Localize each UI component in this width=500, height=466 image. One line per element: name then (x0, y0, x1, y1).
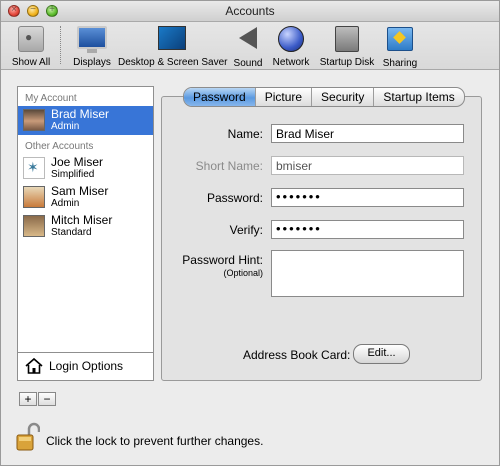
sound-button[interactable]: Sound (230, 24, 266, 69)
tab-bar: Password Picture Security Startup Items (183, 87, 465, 107)
account-row-mitch[interactable]: Mitch Miser Standard (18, 212, 153, 241)
login-options-button[interactable]: Login Options (18, 352, 153, 380)
avatar (23, 157, 45, 179)
displays-button[interactable]: Displays (69, 24, 115, 68)
account-role: Standard (51, 227, 92, 238)
title-bar[interactable]: × − + Accounts (1, 1, 499, 22)
apple-icon (18, 26, 44, 52)
desktop-screen-saver-button[interactable]: Desktop & Screen Saver (118, 24, 228, 68)
toolbar: Show All Displays Desktop & Screen Saver… (1, 22, 499, 70)
displays-label: Displays (73, 57, 111, 68)
tab-password[interactable]: Password (184, 88, 255, 106)
tab-picture[interactable]: Picture (254, 88, 311, 106)
house-icon (25, 357, 43, 374)
account-name: Joe Miser (51, 155, 104, 169)
account-name: Sam Miser (51, 184, 109, 198)
startup-disk-button[interactable]: Startup Disk (317, 24, 377, 68)
password-field[interactable] (271, 188, 464, 207)
account-role: Admin (51, 121, 80, 132)
other-accounts-header: Other Accounts (25, 141, 94, 152)
speaker-icon (239, 27, 257, 49)
password-hint-label: Password Hint: (182, 253, 263, 267)
address-book-card-label: Address Book Card: (243, 348, 351, 362)
verify-field[interactable] (271, 220, 464, 239)
sharing-label: Sharing (382, 58, 418, 69)
account-name: Brad Miser (51, 107, 110, 121)
account-name: Mitch Miser (51, 213, 113, 227)
sharing-button[interactable]: Sharing (379, 24, 421, 69)
password-hint-field[interactable] (271, 250, 464, 297)
short-name-label: Short Name: (195, 159, 263, 173)
lock-message: Click the lock to prevent further change… (46, 434, 264, 448)
sound-label: Sound (233, 58, 263, 69)
desktop-icon (158, 26, 186, 50)
accounts-window: × − + Accounts Show All Displays Desktop… (0, 0, 500, 466)
avatar (23, 109, 45, 131)
avatar (23, 186, 45, 208)
startup-disk-label: Startup Disk (319, 57, 375, 68)
add-account-button[interactable]: + (19, 392, 37, 406)
account-role: Simplified (51, 169, 95, 180)
short-name-field (271, 156, 464, 175)
account-row-joe[interactable]: Joe Miser Simplified (18, 154, 153, 183)
desktop-screen-saver-label: Desktop & Screen Saver (118, 57, 228, 68)
window-title: Accounts (225, 4, 275, 18)
lock-icon[interactable] (16, 422, 40, 452)
password-label: Password: (206, 191, 263, 205)
account-row-sam[interactable]: Sam Miser Admin (18, 183, 153, 212)
network-button[interactable]: Network (270, 24, 312, 68)
show-all-label: Show All (11, 57, 51, 68)
edit-button[interactable]: Edit... (353, 344, 410, 364)
remove-account-button[interactable]: − (38, 392, 56, 406)
tab-startup-items[interactable]: Startup Items (373, 88, 463, 106)
hard-disk-icon (335, 26, 359, 52)
name-label: Name: (227, 127, 263, 141)
account-row-brad[interactable]: Brad Miser Admin (18, 106, 153, 135)
my-account-header: My Account (25, 93, 77, 104)
globe-icon (278, 26, 304, 52)
display-icon (77, 26, 107, 49)
show-all-button[interactable]: Show All (9, 24, 53, 68)
avatar (23, 215, 45, 237)
display-stand (87, 49, 97, 53)
account-role: Admin (51, 198, 80, 209)
accounts-list[interactable]: My Account Brad Miser Admin Other Accoun… (17, 86, 154, 381)
password-hint-optional: (Optional) (223, 268, 263, 278)
login-options-label: Login Options (49, 359, 124, 373)
network-label: Network (272, 57, 310, 68)
folder-icon (387, 27, 413, 51)
name-field[interactable] (271, 124, 464, 143)
tab-security[interactable]: Security (311, 88, 373, 106)
verify-label: Verify: (229, 223, 263, 237)
toolbar-separator (60, 26, 61, 64)
